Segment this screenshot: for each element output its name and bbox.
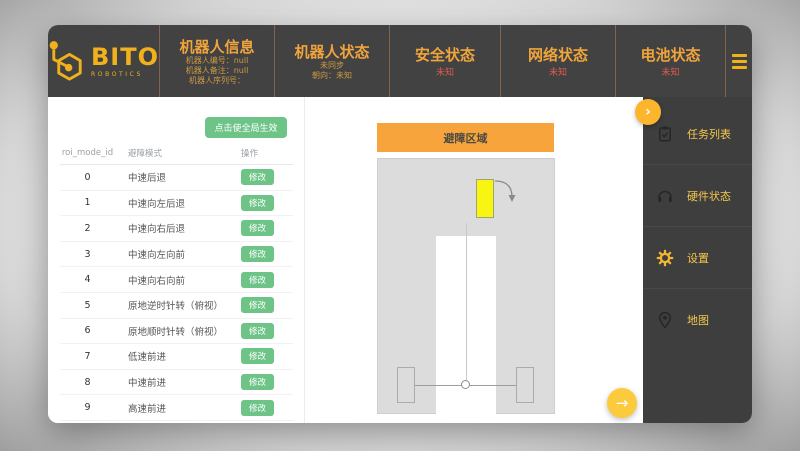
map-center-line xyxy=(466,223,467,385)
battery-status-value: 未知 xyxy=(661,67,679,79)
network-status-value: 未知 xyxy=(549,67,567,79)
network-status-title: 网络状态 xyxy=(528,46,588,64)
modify-button[interactable]: 修改 xyxy=(241,272,274,288)
header-section-battery-status: 电池状态 未知 xyxy=(615,25,725,97)
axle-center-marker xyxy=(461,380,470,389)
modify-button[interactable]: 修改 xyxy=(241,195,274,211)
table-row: 5原地逆时针转（俯视）修改 xyxy=(60,293,293,319)
safety-status-title: 安全状态 xyxy=(415,46,475,64)
chevron-right-icon: › xyxy=(645,104,651,120)
bito-hexagon-icon xyxy=(48,36,86,86)
battery-status-title: 电池状态 xyxy=(640,46,700,64)
robot-status-title: 机器人状态 xyxy=(294,43,369,61)
robot-id-line: 机器人编号：null xyxy=(186,56,249,66)
modify-button[interactable]: 修改 xyxy=(241,323,274,339)
table-row: 6原地顺时针转（俯视）修改 xyxy=(60,319,293,345)
map-pin-icon xyxy=(656,311,674,329)
sidebar-item-settings[interactable]: 设置 xyxy=(643,227,752,289)
hamburger-menu-button[interactable] xyxy=(725,25,752,97)
gear-icon xyxy=(656,249,674,267)
top-header: BITO ROBOTICS 机器人信息 机器人编号：null 机器人备注：nul… xyxy=(48,25,752,97)
col-action: 操作 xyxy=(241,147,293,159)
modify-button[interactable]: 修改 xyxy=(241,400,274,416)
left-wheel-marker xyxy=(397,367,415,403)
right-wheel-marker xyxy=(516,367,534,403)
avoid-zone-map[interactable] xyxy=(377,158,555,414)
col-avoid-mode: 避障模式 xyxy=(115,147,241,159)
modify-button[interactable]: 修改 xyxy=(241,169,274,185)
header-section-robot-info: 机器人信息 机器人编号：null 机器人备注：null 机器人序列号： xyxy=(159,25,274,97)
clipboard-icon xyxy=(656,125,674,143)
sidebar-label: 设置 xyxy=(687,250,709,266)
header-section-safety-status: 安全状态 未知 xyxy=(389,25,500,97)
app-window: BITO ROBOTICS 机器人信息 机器人编号：null 机器人备注：nul… xyxy=(48,25,752,423)
table-row: 2中速向右后退修改 xyxy=(60,216,293,242)
modify-button[interactable]: 修改 xyxy=(241,246,274,262)
modify-button[interactable]: 修改 xyxy=(241,348,274,364)
sidebar-label: 任务列表 xyxy=(687,126,731,142)
table-row: 8中速前进修改 xyxy=(60,370,293,396)
table-row: 0中速后退修改 xyxy=(60,165,293,191)
table-body: 0中速后退修改 1中速向左后退修改 2中速向右后退修改 3中速向左向前修改 4中… xyxy=(60,165,293,421)
sidebar-label: 地图 xyxy=(687,312,709,328)
header-section-robot-status: 机器人状态 未同步 朝向：未知 xyxy=(274,25,389,97)
sidebar-item-hardware-status[interactable]: 硬件状态 xyxy=(643,165,752,227)
table-row: 4中速向右向前修改 xyxy=(60,267,293,293)
safety-status-value: 未知 xyxy=(436,67,454,79)
col-roi-mode-id: roi_mode_id xyxy=(60,148,115,158)
heading-status-line: 朝向：未知 xyxy=(312,71,352,81)
robot-marker[interactable] xyxy=(476,179,494,218)
header-section-network-status: 网络状态 未知 xyxy=(500,25,615,97)
sidebar-label: 硬件状态 xyxy=(687,188,731,204)
table-row: 7低速前进修改 xyxy=(60,344,293,370)
robot-serial-line: 机器人序列号： xyxy=(189,76,245,86)
table-row: 3中速向左向前修改 xyxy=(60,242,293,268)
modify-button[interactable]: 修改 xyxy=(241,220,274,236)
logo: BITO ROBOTICS xyxy=(48,25,159,97)
right-sidebar: 任务列表 硬件状态 xyxy=(643,97,752,423)
hamburger-icon xyxy=(732,54,747,57)
main-content: 点击使全局生效 roi_mode_id 避障模式 操作 0中速后退修改 1中速向… xyxy=(48,97,643,423)
roi-mode-panel: 点击使全局生效 roi_mode_id 避障模式 操作 0中速后退修改 1中速向… xyxy=(60,97,305,423)
modify-button[interactable]: 修改 xyxy=(241,297,274,313)
sidebar-toggle-button[interactable]: › xyxy=(635,99,661,125)
brand-name: BITO xyxy=(91,45,159,69)
headset-icon xyxy=(656,187,674,205)
table-row: 1中速向左后退修改 xyxy=(60,191,293,217)
sidebar-item-map[interactable]: 地图 xyxy=(643,289,752,351)
table-row: 9高速前进修改 xyxy=(60,395,293,421)
robot-info-title: 机器人信息 xyxy=(179,38,254,56)
sync-status-line: 未同步 xyxy=(320,61,344,71)
next-fab-button[interactable]: → xyxy=(607,388,637,418)
body-area: 点击使全局生效 roi_mode_id 避障模式 操作 0中速后退修改 1中速向… xyxy=(48,97,752,423)
apply-global-button[interactable]: 点击使全局生效 xyxy=(205,117,287,138)
table-header: roi_mode_id 避障模式 操作 xyxy=(60,141,293,165)
robot-remark-line: 机器人备注：null xyxy=(186,66,249,76)
modify-button[interactable]: 修改 xyxy=(241,374,274,390)
brand-subtitle: ROBOTICS xyxy=(91,72,159,78)
arrow-right-icon: → xyxy=(616,394,629,412)
avoid-zone-banner: 避障区域 xyxy=(377,123,554,152)
